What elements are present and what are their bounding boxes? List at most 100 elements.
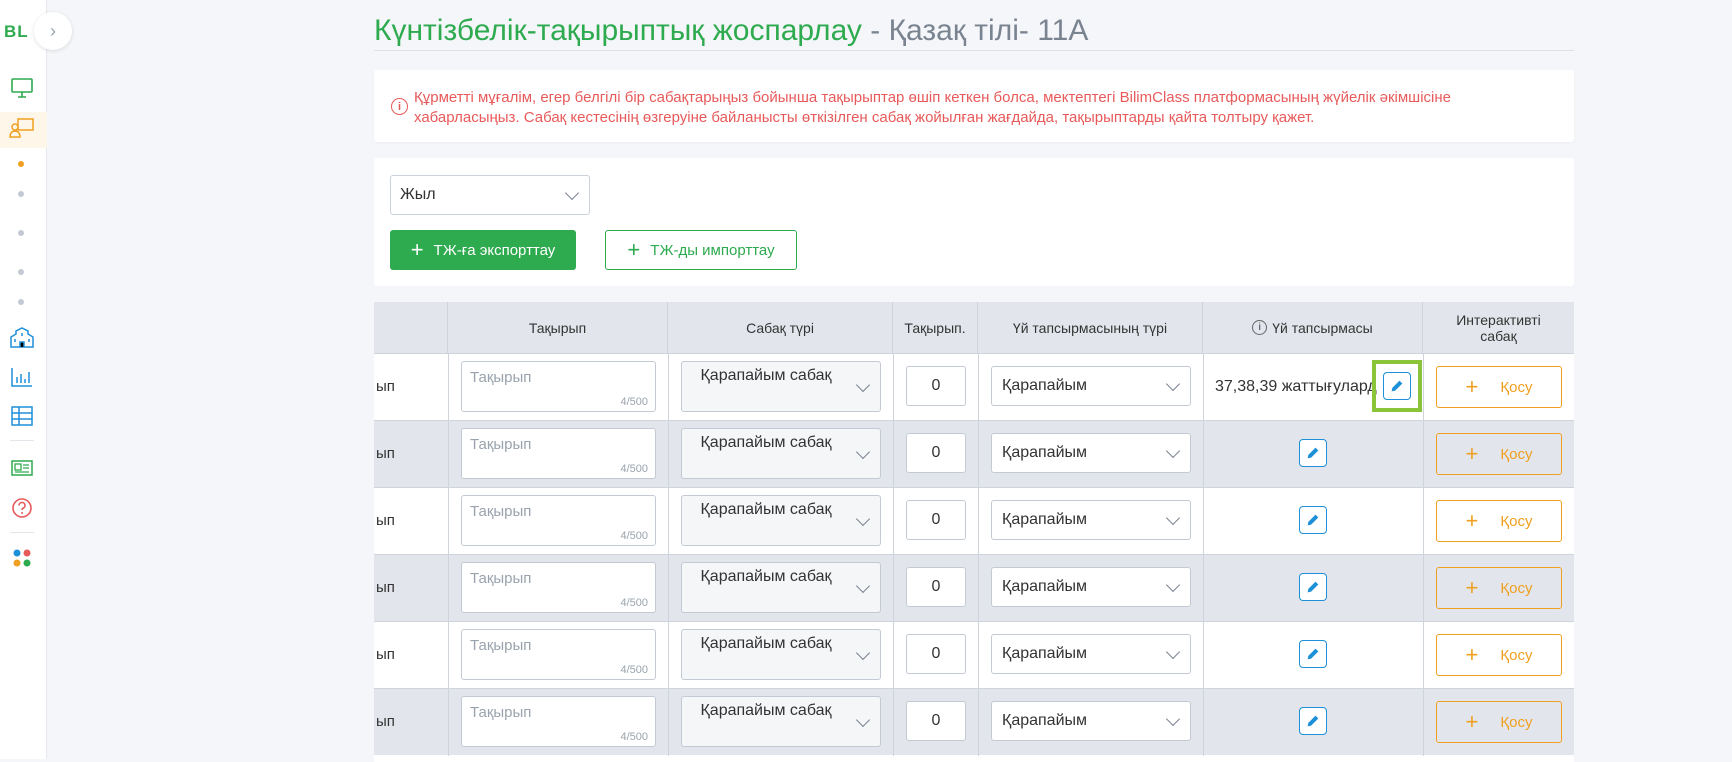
chevron-down-icon [855, 444, 871, 459]
nav-sub-dot[interactable] [18, 269, 24, 275]
column-header-homework-type: Үй тапсырмасының түрі [978, 302, 1203, 353]
table-icon[interactable] [8, 402, 36, 430]
plus-icon: + [1465, 374, 1479, 399]
plus-icon: + [1465, 642, 1479, 667]
cell-divider [978, 689, 979, 756]
school-building-icon[interactable] [8, 324, 36, 352]
homework-type-select[interactable]: Қарапайым [991, 634, 1191, 674]
chevron-down-icon [1165, 376, 1181, 392]
row-first-cell: ып [376, 378, 395, 395]
lesson-type-select[interactable]: Қарапайым сабақ [681, 562, 881, 613]
year-select[interactable]: Жыл [390, 175, 590, 215]
nav-sub-dot[interactable] [18, 299, 24, 305]
topic-char-count: 4/500 [620, 597, 648, 609]
edit-homework-button[interactable] [1299, 707, 1327, 735]
apps-grid-icon[interactable] [8, 544, 36, 572]
add-interactive-button[interactable]: + Қосу [1436, 366, 1562, 408]
cell-divider [978, 354, 979, 421]
homework-type-value: Қарапайым [1002, 444, 1088, 461]
cell-divider [893, 622, 894, 689]
nav-sub-dot-active[interactable] [18, 161, 24, 167]
id-card-icon[interactable] [8, 454, 36, 482]
cell-divider [893, 689, 894, 756]
bar-chart-icon[interactable] [8, 363, 36, 391]
homework-type-select[interactable]: Қарапайым [991, 366, 1191, 406]
cell-divider [668, 354, 669, 421]
export-button-label: ТЖ-ға экспорттау [433, 241, 556, 259]
cell-divider [448, 354, 449, 421]
homework-type-select[interactable]: Қарапайым [991, 567, 1191, 607]
pencil-icon [1307, 715, 1319, 727]
lesson-type-select[interactable]: Қарапайым сабақ [681, 361, 881, 412]
lesson-type-select[interactable]: Қарапайым сабақ [681, 495, 881, 546]
topic-input[interactable]: Тақырып 4/500 [461, 696, 656, 747]
nav-divider [10, 440, 34, 441]
topic-input[interactable]: Тақырып 4/500 [461, 361, 656, 412]
add-interactive-button[interactable]: + Қосу [1436, 500, 1562, 542]
chevron-down-icon [855, 511, 871, 526]
cell-divider [893, 488, 894, 555]
cell-divider [1203, 354, 1204, 421]
topic-input[interactable]: Тақырып 4/500 [461, 562, 656, 613]
homework-type-select[interactable]: Қарапайым [991, 433, 1191, 473]
lesson-type-select[interactable]: Қарапайым сабақ [681, 428, 881, 479]
add-interactive-button[interactable]: + Қосу [1436, 634, 1562, 676]
topic-number-input[interactable]: 0 [906, 701, 966, 741]
topic-input[interactable]: Тақырып 4/500 [461, 428, 656, 479]
topic-number-input[interactable]: 0 [906, 433, 966, 473]
cell-divider [1423, 354, 1424, 421]
cell-divider [978, 622, 979, 689]
topic-number-input[interactable]: 0 [906, 634, 966, 674]
cell-divider [668, 555, 669, 622]
homework-type-value: Қарапайым [1002, 377, 1088, 394]
sidebar-collapse-button[interactable]: › [34, 12, 72, 50]
row-first-cell: ып [376, 445, 395, 462]
lesson-type-value: Қарапайым сабақ [700, 434, 832, 451]
cell-divider [668, 689, 669, 756]
add-interactive-button[interactable]: + Қосу [1436, 433, 1562, 475]
alert-text: Құрметті мұғалім, егер белгілі бір сабақ… [414, 89, 1451, 126]
lesson-type-select[interactable]: Қарапайым сабақ [681, 629, 881, 680]
add-interactive-button[interactable]: + Қосу [1436, 567, 1562, 609]
alert-banner: i Құрметті мұғалім, егер белгілі бір саб… [374, 70, 1574, 142]
topic-input[interactable]: Тақырып 4/500 [461, 495, 656, 546]
info-icon: i [1252, 320, 1268, 335]
homework-type-select[interactable]: Қарапайым [991, 500, 1191, 540]
topic-input-placeholder: Тақырып [470, 436, 532, 453]
cell-divider [448, 555, 449, 622]
add-interactive-button[interactable]: + Қосу [1436, 701, 1562, 743]
plus-icon: + [410, 237, 424, 262]
edit-homework-button[interactable] [1299, 506, 1327, 534]
help-icon[interactable] [8, 494, 36, 522]
add-button-label: Қосу [1500, 512, 1533, 530]
cell-divider [668, 622, 669, 689]
row-first-cell: ып [376, 713, 395, 730]
nav-sub-dot[interactable] [18, 191, 24, 197]
edit-homework-button[interactable] [1299, 573, 1327, 601]
table-row: ып Тақырып 4/500 Қарапайым сабақ 0 Қарап… [374, 487, 1574, 555]
cell-divider [448, 488, 449, 555]
export-button[interactable]: + ТЖ-ға экспорттау [390, 230, 576, 270]
table-row: ып Тақырып 4/500 Қарапайым сабақ 0 Қарап… [374, 353, 1574, 421]
import-button[interactable]: + ТЖ-ды импорттау [605, 230, 797, 270]
homework-type-select[interactable]: Қарапайым [991, 701, 1191, 741]
cell-divider [1203, 689, 1204, 756]
topic-number-input[interactable]: 0 [906, 366, 966, 406]
lesson-type-value: Қарапайым сабақ [700, 568, 832, 585]
monitor-icon[interactable] [8, 74, 36, 102]
topic-number-input[interactable]: 0 [906, 567, 966, 607]
topic-number-input[interactable]: 0 [906, 500, 966, 540]
topic-input[interactable]: Тақырып 4/500 [461, 629, 656, 680]
column-header-topic: Тақырып [448, 302, 668, 353]
lesson-type-select[interactable]: Қарапайым сабақ [681, 696, 881, 747]
teacher-board-icon[interactable] [8, 114, 36, 142]
cell-divider [1423, 622, 1424, 689]
edit-homework-button[interactable] [1299, 439, 1327, 467]
plus-icon: + [1465, 709, 1479, 734]
cell-divider [1203, 421, 1204, 488]
edit-homework-button[interactable] [1299, 640, 1327, 668]
row-first-cell: ып [376, 579, 395, 596]
nav-sub-dot[interactable] [18, 230, 24, 236]
lesson-type-value: Қарапайым сабақ [700, 501, 832, 518]
pencil-icon [1307, 581, 1319, 593]
